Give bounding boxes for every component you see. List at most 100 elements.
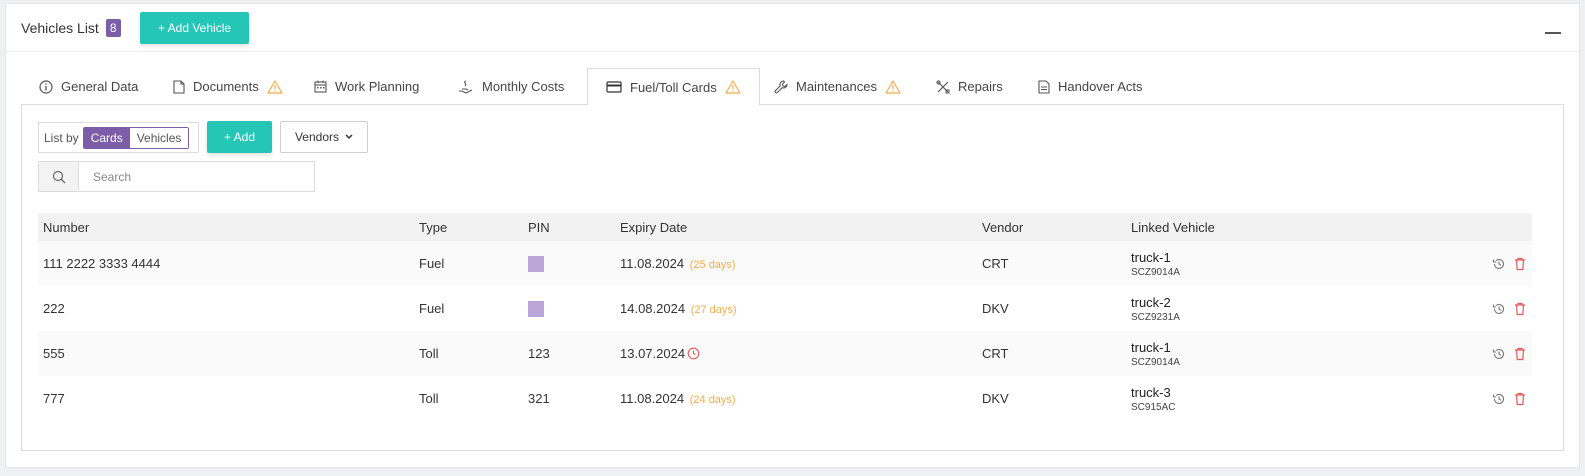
cell-expiry: 14.08.2024 (27 days) xyxy=(615,286,977,331)
table-row[interactable]: 222 Fuel 14.08.2024 (27 days) DKV truck-… xyxy=(38,286,1532,331)
add-card-button[interactable]: + Add xyxy=(207,121,272,153)
search-icon xyxy=(52,170,65,183)
cell-vendor: DKV xyxy=(982,301,1009,316)
pin-masked-block[interactable] xyxy=(528,255,544,272)
trash-icon[interactable] xyxy=(1514,257,1526,271)
trash-icon[interactable] xyxy=(1514,302,1526,316)
table-row[interactable]: 111 2222 3333 4444 Fuel 11.08.2024 (25 d… xyxy=(38,241,1532,286)
cell-pin xyxy=(523,286,615,331)
column-header-actions xyxy=(1426,213,1532,241)
list-by-group: List by Cards Vehicles xyxy=(38,122,199,153)
vehicle-name[interactable]: truck-1 xyxy=(1131,340,1426,355)
warning-icon xyxy=(725,80,741,94)
cell-type: Fuel xyxy=(419,301,445,316)
cell-linked-vehicle: truck-1 SCZ9014A xyxy=(1126,241,1426,286)
cell-type: Toll xyxy=(414,331,523,376)
trash-icon[interactable] xyxy=(1514,392,1526,406)
vehicle-name[interactable]: truck-1 xyxy=(1131,250,1426,265)
fuel-toll-cards-panel: List by Cards Vehicles + Add Vendors Num… xyxy=(21,105,1564,451)
column-header-number[interactable]: Number xyxy=(38,213,414,241)
list-by-label: List by xyxy=(44,130,79,145)
cell-expiry: 11.08.2024 (25 days) xyxy=(615,241,977,286)
expiry-date: 13.07.2024 xyxy=(620,346,686,361)
tab-handover-acts[interactable]: Handover Acts xyxy=(1020,68,1161,105)
days-remaining: (25 days) xyxy=(689,259,736,271)
cell-linked-vehicle: truck-1 SCZ9014A xyxy=(1126,331,1426,376)
vehicle-name[interactable]: truck-2 xyxy=(1131,295,1426,310)
list-by-toggle: Cards Vehicles xyxy=(82,126,190,149)
expired-clock-icon xyxy=(687,347,700,360)
tab-documents[interactable]: Documents xyxy=(155,68,301,105)
vehicle-plate: SCZ9014A xyxy=(1131,266,1180,278)
column-header-expiry-date[interactable]: Expiry Date xyxy=(615,213,977,241)
file-text-icon xyxy=(1038,79,1050,94)
tab-work-planning[interactable]: Work Planning xyxy=(296,68,437,105)
add-vehicle-button[interactable]: + Add Vehicle xyxy=(140,12,249,44)
tab-label: Handover Acts xyxy=(1058,79,1143,94)
column-header-linked-vehicle[interactable]: Linked Vehicle xyxy=(1126,213,1426,241)
cell-type: Toll xyxy=(419,391,439,406)
history-icon[interactable] xyxy=(1492,392,1506,406)
warning-icon xyxy=(267,79,283,94)
search-icon-box xyxy=(39,162,79,191)
days-remaining: (27 days) xyxy=(690,304,737,316)
vendors-dropdown[interactable]: Vendors xyxy=(280,121,368,153)
table-body: 111 2222 3333 4444 Fuel 11.08.2024 (25 d… xyxy=(38,241,1532,421)
wrench-icon xyxy=(774,79,788,93)
pin-masked-block[interactable] xyxy=(528,300,544,317)
vehicle-plate: SC915AC xyxy=(1131,401,1176,413)
search-input[interactable] xyxy=(79,162,314,191)
cell-actions xyxy=(1426,331,1532,376)
column-header-pin[interactable]: PIN xyxy=(523,213,615,241)
table-row[interactable]: 555 Toll 123 13.07.2024 CRT truck-1 SCZ90… xyxy=(38,331,1532,376)
column-header-type[interactable]: Type xyxy=(414,213,523,241)
warning-icon xyxy=(885,79,901,94)
table-header-row: Number Type PIN Expiry Date Vendor Linke… xyxy=(38,213,1532,241)
vehicle-count-badge: 8 xyxy=(105,18,121,37)
cell-actions xyxy=(1426,376,1532,421)
history-icon[interactable] xyxy=(1492,302,1506,316)
tab-label: Work Planning xyxy=(335,79,420,94)
cell-vendor: CRT xyxy=(977,241,1126,286)
table-row[interactable]: 777 Toll 321 11.08.2024 (24 days) DKV tr… xyxy=(38,376,1532,421)
cell-expiry: 13.07.2024 xyxy=(615,331,977,376)
toggle-cards[interactable]: Cards xyxy=(83,127,130,148)
vendors-label: Vendors xyxy=(294,130,340,144)
tab-repairs[interactable]: Repairs xyxy=(918,68,1021,105)
minimize-icon[interactable] xyxy=(1545,24,1561,34)
vehicles-card: Vehicles List 8 + Add Vehicle General Da… xyxy=(5,3,1580,468)
trash-icon[interactable] xyxy=(1514,347,1526,361)
credit-card-icon xyxy=(606,81,622,93)
cell-linked-vehicle: truck-3 SC915AC xyxy=(1126,376,1426,421)
tab-label: Documents xyxy=(193,79,259,94)
cell-pin xyxy=(523,241,615,286)
cell-expiry: 11.08.2024 (24 days) xyxy=(615,376,977,421)
tab-maintenances[interactable]: Maintenances xyxy=(756,68,919,105)
expiry-date: 11.08.2024 xyxy=(620,391,685,406)
tab-fuel-toll-cards[interactable]: Fuel/Toll Cards xyxy=(587,68,760,106)
cell-vendor: CRT xyxy=(977,331,1126,376)
cell-linked-vehicle: truck-2 SCZ9231A xyxy=(1126,286,1426,331)
document-icon xyxy=(173,79,185,94)
tab-label: Monthly Costs xyxy=(482,79,565,94)
cell-actions xyxy=(1426,241,1532,286)
info-icon xyxy=(39,79,53,94)
cell-number: 111 2222 3333 4444 xyxy=(38,241,414,286)
toggle-vehicles[interactable]: Vehicles xyxy=(129,127,189,148)
history-icon[interactable] xyxy=(1492,257,1506,271)
page-title: Vehicles List xyxy=(21,19,99,36)
tab-general-data[interactable]: General Data xyxy=(21,68,156,105)
history-icon[interactable] xyxy=(1492,347,1506,361)
tab-monthly-costs[interactable]: Monthly Costs xyxy=(440,68,582,105)
tab-label: Repairs xyxy=(958,79,1003,94)
expiry-date: 14.08.2024 xyxy=(620,301,686,316)
vehicle-plate: SCZ9231A xyxy=(1131,311,1180,323)
vehicle-name[interactable]: truck-3 xyxy=(1131,385,1426,400)
expiry-date: 11.08.2024 xyxy=(620,256,685,271)
cell-pin: 123 xyxy=(523,331,615,376)
hand-coins-icon xyxy=(459,79,473,94)
tab-label: Fuel/Toll Cards xyxy=(630,79,717,95)
cell-number: 777 xyxy=(43,391,65,406)
column-header-vendor[interactable]: Vendor xyxy=(977,213,1126,241)
tools-icon xyxy=(936,79,950,93)
